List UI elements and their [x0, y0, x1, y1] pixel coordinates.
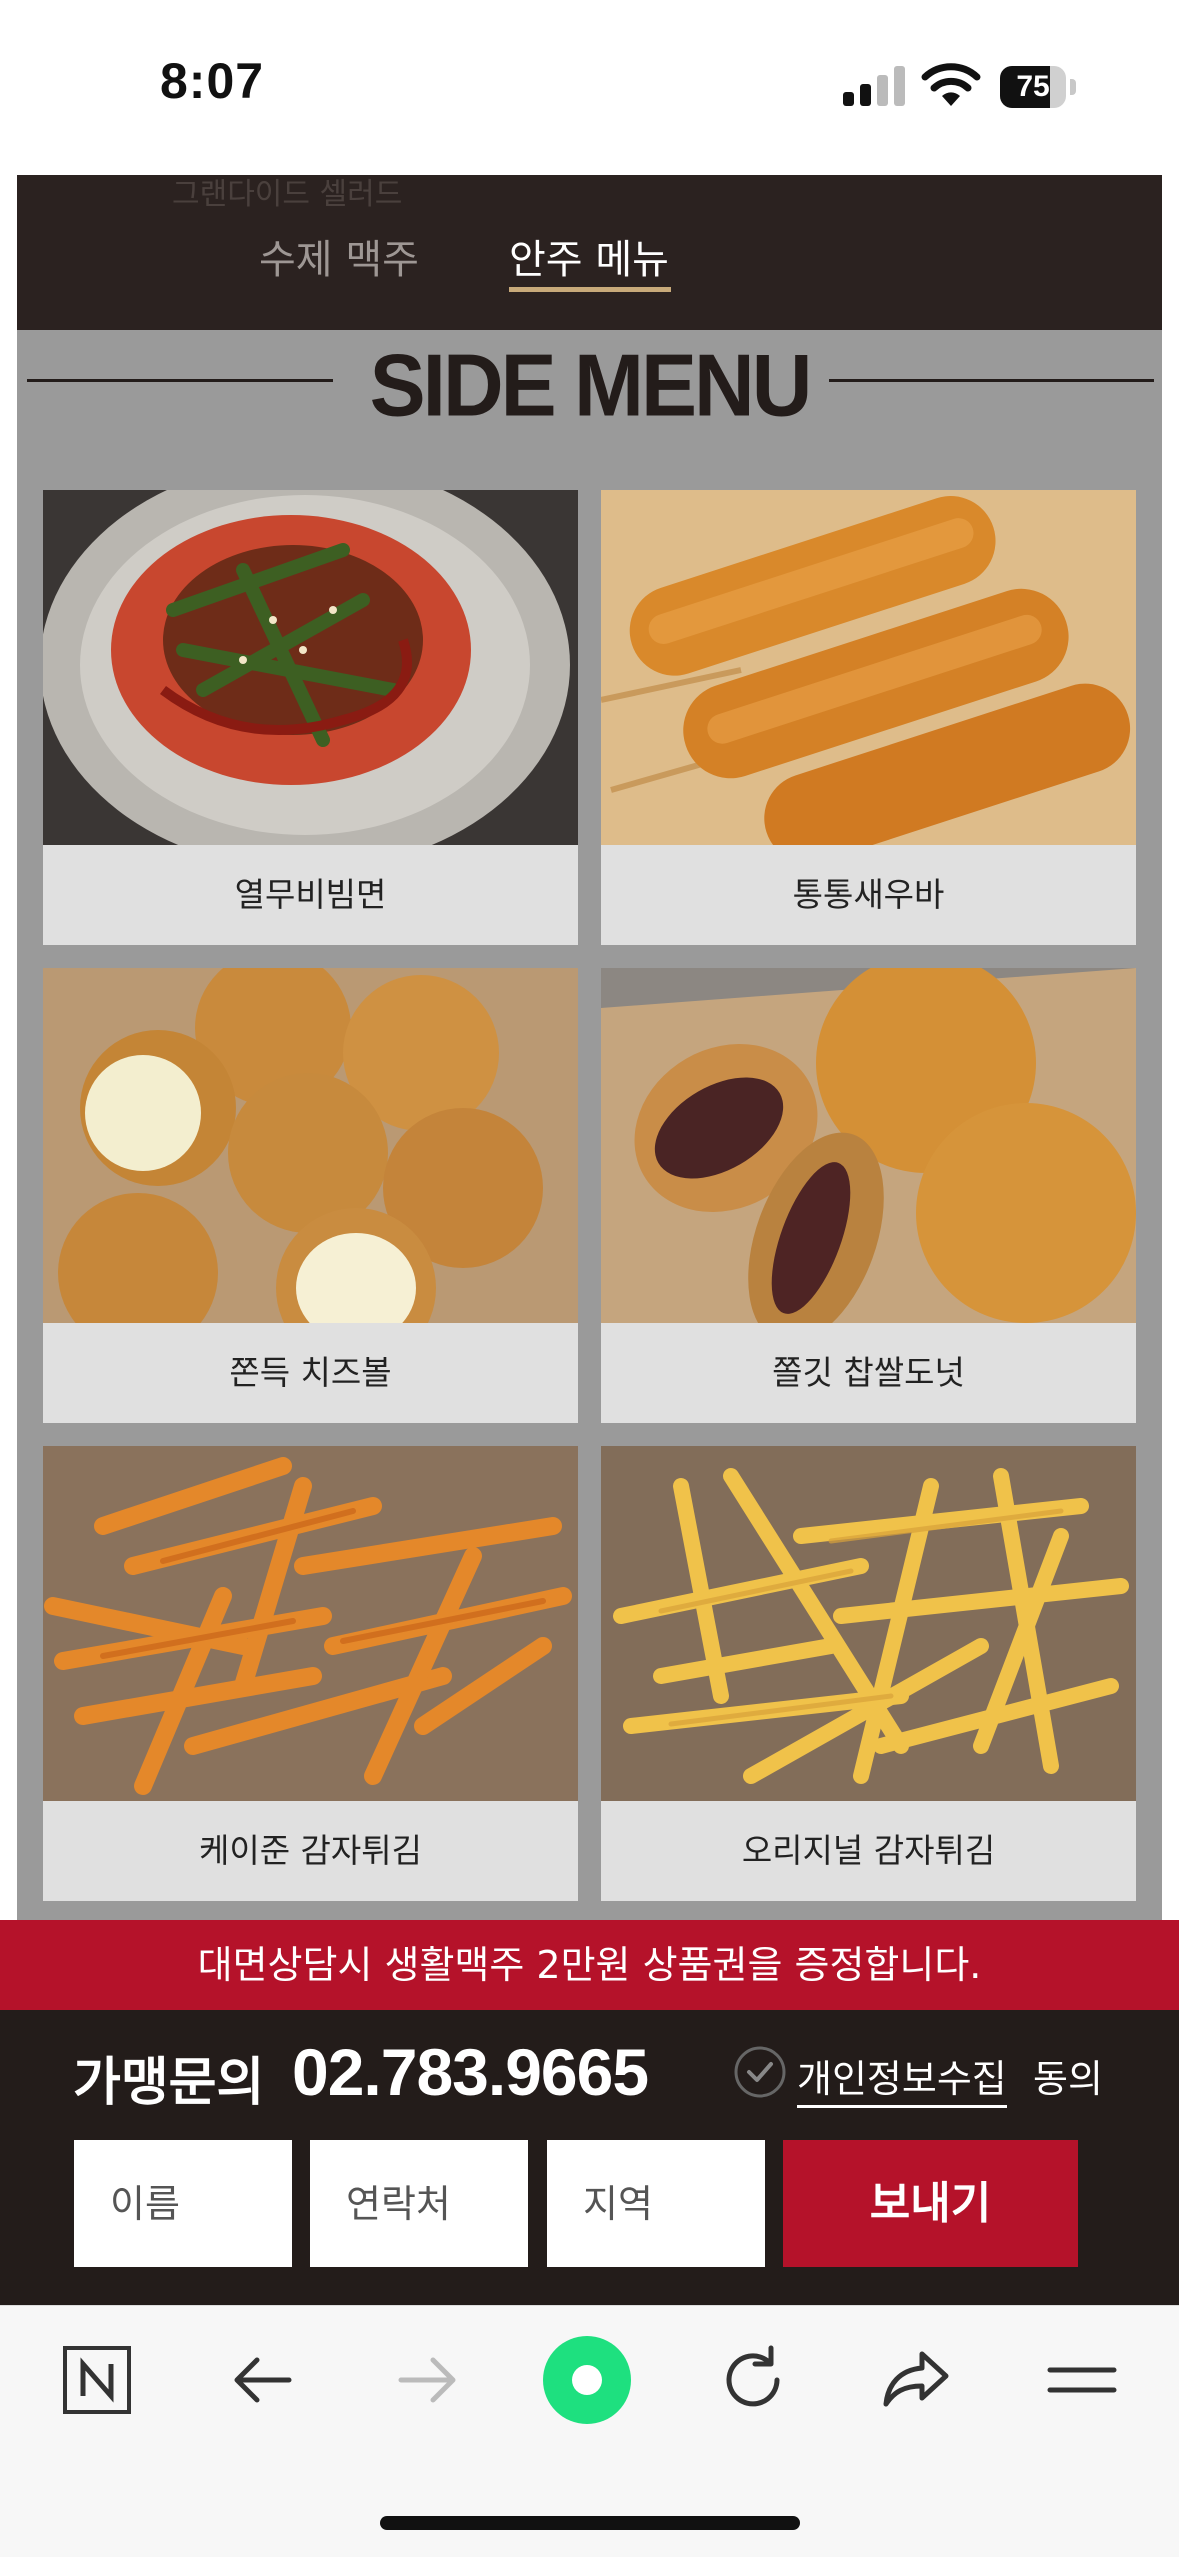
menu-tab-header: 그랜다이드 셀러드 수제 맥주 안주 메뉴: [17, 175, 1162, 330]
wifi-icon: [921, 63, 981, 106]
food-photo-yeolmu-noodles: [43, 490, 578, 845]
privacy-policy-link[interactable]: 개인정보수집: [797, 2048, 1007, 2108]
menu-item-label: 케이준 감자튀김: [43, 1801, 578, 1901]
name-input[interactable]: [74, 2140, 292, 2267]
food-photo-shrimp-bar: [601, 490, 1136, 845]
menu-card[interactable]: 케이준 감자튀김: [43, 1446, 578, 1901]
share-icon[interactable]: [876, 2340, 956, 2420]
phone-input[interactable]: [310, 2140, 528, 2267]
menu-card[interactable]: 쫄깃 찹쌀도넛: [601, 968, 1136, 1423]
side-menu-heading: SIDE MENU: [17, 325, 1162, 435]
menu-item-label: 쫄깃 찹쌀도넛: [601, 1323, 1136, 1423]
active-tab-underline: [509, 287, 671, 292]
food-photo-cajun-fries: [43, 1446, 578, 1801]
menu-card[interactable]: 열무비빔면: [43, 490, 578, 945]
menu-item-label: 쫀득 치즈볼: [43, 1323, 578, 1423]
food-photo-cheese-balls: [43, 968, 578, 1323]
menu-icon[interactable]: [1042, 2340, 1122, 2420]
heading-rule-right: [829, 379, 1154, 382]
status-time: 8:07: [160, 53, 265, 109]
home-indicator: [380, 2516, 800, 2530]
menu-card[interactable]: 쫀득 치즈볼: [43, 968, 578, 1423]
naver-icon[interactable]: [57, 2340, 137, 2420]
menu-card[interactable]: 통통새우바: [601, 490, 1136, 945]
cellular-signal-icon: [843, 64, 905, 106]
menu-item-label: 오리지널 감자튀김: [601, 1801, 1136, 1901]
food-photo-original-fries: [601, 1446, 1136, 1801]
tab-craft-beer[interactable]: 수제 맥주: [259, 227, 419, 285]
menu-item-label: 열무비빔면: [43, 845, 578, 945]
battery-icon: 75: [1000, 66, 1078, 108]
back-arrow-icon[interactable]: [223, 2340, 303, 2420]
region-input[interactable]: [547, 2140, 765, 2267]
franchise-inquiry-label: 가맹문의: [73, 2053, 265, 2113]
promo-banner: 대면상담시 생활맥주 2만원 상품권을 증정합니다.: [0, 1920, 1179, 2010]
send-button[interactable]: 보내기: [783, 2140, 1078, 2267]
section-title: SIDE MENU: [369, 335, 813, 435]
privacy-consent-checkbox-icon[interactable]: [733, 2045, 787, 2099]
green-dot-icon[interactable]: [542, 2335, 632, 2425]
food-photo-rice-donuts: [601, 968, 1136, 1323]
menu-item-label: 통통새우바: [601, 845, 1136, 945]
reload-icon[interactable]: [713, 2340, 793, 2420]
franchise-phone-number[interactable]: 02.783.9665: [292, 2034, 649, 2110]
menu-card[interactable]: 오리지널 감자튀김: [601, 1446, 1136, 1901]
tab-snack-menu[interactable]: 안주 메뉴: [509, 227, 669, 285]
forward-arrow-icon[interactable]: [387, 2340, 467, 2420]
scrolled-ghost-text: 그랜다이드 셀러드: [172, 177, 403, 212]
privacy-agree-label: 동의: [1033, 2057, 1103, 2101]
battery-percent: 75: [1016, 70, 1050, 103]
menu-page: 그랜다이드 셀러드 수제 맥주 안주 메뉴 SIDE MENU 열무비빔면 통통…: [17, 175, 1162, 1920]
